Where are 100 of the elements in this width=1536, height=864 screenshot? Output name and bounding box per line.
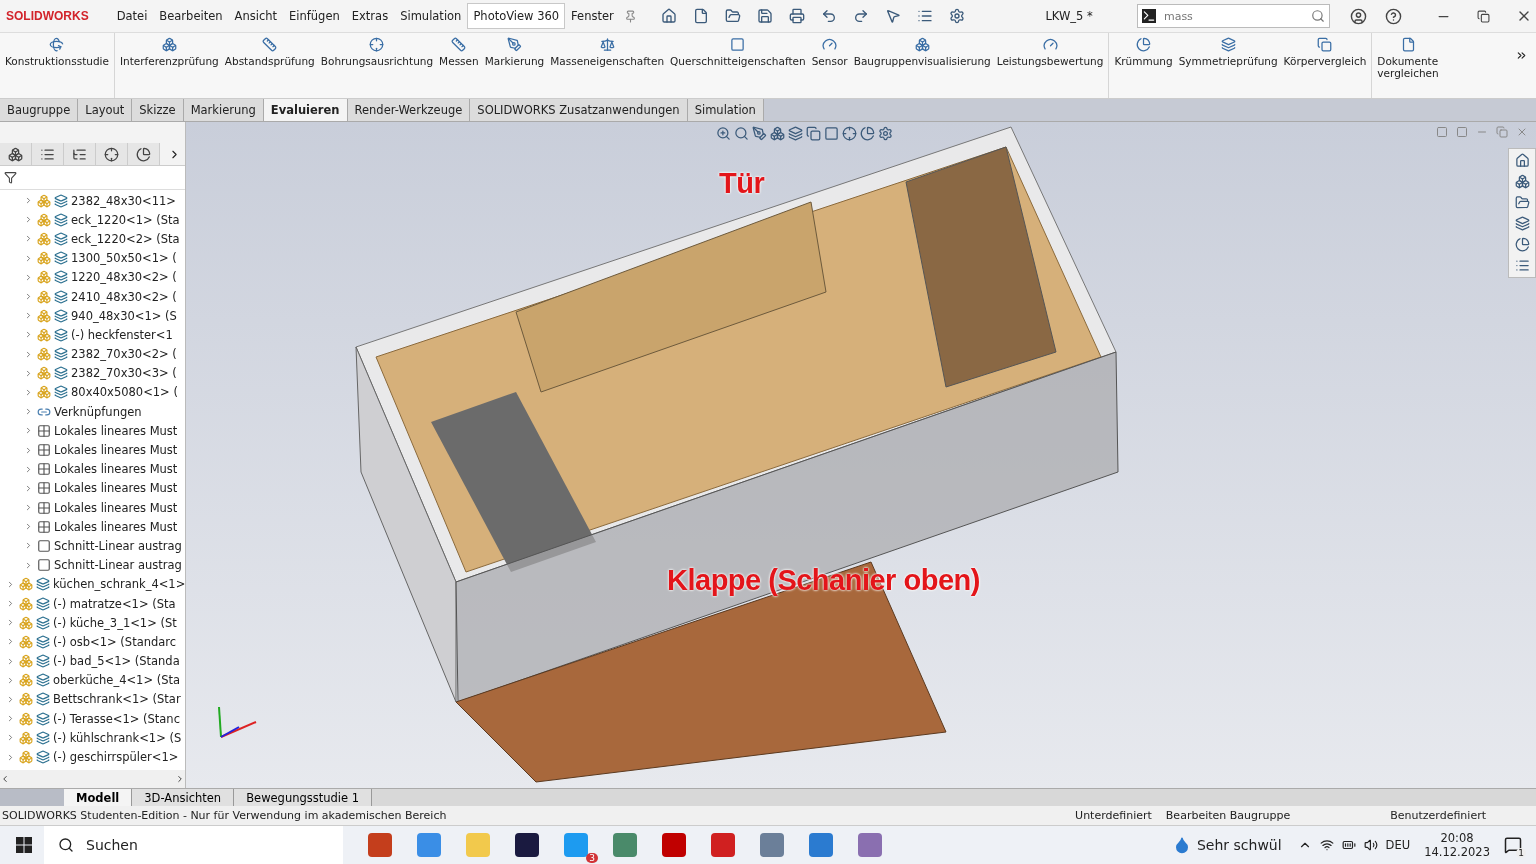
tree-item[interactable]: 1220_48x30<2> ( <box>71 270 177 285</box>
command-tab[interactable]: Markierung <box>183 99 264 121</box>
pointer-icon[interactable] <box>885 8 902 24</box>
command-tab[interactable]: Skizze <box>132 99 184 121</box>
scroll-left-icon[interactable] <box>0 774 10 784</box>
command-tab[interactable]: Evaluieren <box>263 99 348 121</box>
taskbar-search-bar[interactable]: Suchen <box>44 826 343 864</box>
restore-icon[interactable] <box>1477 9 1490 23</box>
task-pane-icon[interactable] <box>1514 174 1530 189</box>
ribbon-button[interactable]: Dokumente vergleichen <box>1374 37 1443 98</box>
tree-item[interactable]: 80x40x5080<1> ( <box>71 385 178 400</box>
windows-start-icon[interactable] <box>16 837 32 853</box>
ribbon-button[interactable]: Baugruppenvisualisierung <box>850 37 994 98</box>
tree-item[interactable]: (-) bad_5<1> (Standa <box>53 654 180 669</box>
save-icon[interactable] <box>757 8 774 24</box>
view-toolbar-icon[interactable] <box>806 126 821 141</box>
ribbon-button[interactable]: Krümmung <box>1111 37 1176 98</box>
tree-item[interactable]: Lokales lineares Must <box>54 481 178 496</box>
taskbar-search-field[interactable]: Suchen <box>84 836 288 854</box>
view-toolbar-icon[interactable] <box>716 126 731 141</box>
tree-item[interactable]: Schnitt-Linear austrag <box>54 558 182 573</box>
tree-item[interactable]: Bettschrank<1> (Star <box>53 692 181 707</box>
view-toolbar-icon[interactable] <box>878 126 893 141</box>
new-file-icon[interactable] <box>693 8 710 24</box>
menu-item[interactable]: Extras <box>345 3 395 29</box>
terminal-icon[interactable] <box>1141 9 1156 23</box>
tree-item[interactable]: (-) Terasse<1> (Stanc <box>53 711 180 726</box>
tree-item[interactable]: 2410_48x30<2> ( <box>71 289 177 304</box>
search-field[interactable]: mass <box>1161 8 1305 24</box>
ribbon-button[interactable]: Messen <box>436 37 482 98</box>
search-bar[interactable]: mass <box>1136 4 1330 28</box>
tree-item[interactable]: (-) kühlschrank<1> (S <box>53 730 182 745</box>
task-pane-icon[interactable] <box>1514 258 1530 273</box>
open-folder-icon[interactable] <box>725 8 742 24</box>
tree-item[interactable]: 2382_70x30<2> ( <box>71 347 177 362</box>
tree-item[interactable]: 2382_48x30<11> <box>71 193 176 208</box>
tree-item[interactable]: Lokales lineares Must <box>54 443 178 458</box>
ribbon-button[interactable]: Symmetrieprüfung <box>1175 37 1281 98</box>
ribbon-button[interactable]: Markierung <box>481 37 548 98</box>
settings-icon[interactable] <box>949 8 966 24</box>
feature-tree-tab-icon[interactable] <box>0 143 32 165</box>
view-toolbar-icon[interactable] <box>734 126 749 141</box>
configuration-tab-icon[interactable] <box>64 143 96 165</box>
tree-item[interactable]: eck_1220<2> (Sta <box>71 231 180 246</box>
task-pane-icon[interactable] <box>1514 153 1530 168</box>
tree-item[interactable]: (-) heckfenster<1 <box>71 327 173 342</box>
view-toolbar-icon[interactable] <box>824 126 839 141</box>
help-icon[interactable] <box>1385 7 1402 25</box>
tree-item[interactable]: (-) matratze<1> (Sta <box>53 596 176 611</box>
view-toolbar-icon[interactable] <box>842 126 857 141</box>
ribbon-button[interactable]: Konstruktionsstudie <box>2 37 112 98</box>
view-toolbar-icon[interactable] <box>770 126 785 141</box>
menu-item[interactable]: Bearbeiten <box>153 3 229 29</box>
task-pane-icon[interactable] <box>1514 195 1530 210</box>
crosshair-icon[interactable] <box>96 143 128 165</box>
tree-item[interactable]: Schnitt-Linear austrag <box>54 538 182 553</box>
command-tab[interactable]: Simulation <box>687 99 764 121</box>
menu-item[interactable]: Einfügen <box>283 3 346 29</box>
pin-icon[interactable] <box>623 9 637 23</box>
view-toolbar-icon[interactable] <box>860 126 875 141</box>
more-icon[interactable] <box>1515 49 1528 62</box>
units-dropdown[interactable]: Benutzerdefiniert <box>1390 809 1486 822</box>
task-pane-icon[interactable] <box>1514 216 1530 231</box>
menu-item[interactable]: PhotoView 360 <box>467 3 566 29</box>
tree-item[interactable]: oberküche_4<1> (Sta <box>53 673 181 688</box>
ribbon-button[interactable]: Bohrungsausrichtung <box>317 37 437 98</box>
tray-icon[interactable] <box>1341 838 1356 852</box>
tree-item[interactable]: (-) geschirrspüler<1> <box>53 750 179 765</box>
tree-item[interactable]: Lokales lineares Must <box>54 423 178 438</box>
ribbon-button[interactable]: Leistungsbewertung <box>993 37 1107 98</box>
panel-left-icon[interactable] <box>1436 126 1448 138</box>
search-icon[interactable] <box>58 837 74 853</box>
ribbon-button[interactable]: Abstandsprüfung <box>221 37 318 98</box>
app-icon[interactable] <box>514 833 539 857</box>
weather-text[interactable]: Sehr schwül <box>1196 837 1282 853</box>
ribbon-button[interactable]: Interferenzprüfung <box>116 37 222 98</box>
tree-item[interactable]: Lokales lineares Must <box>54 519 178 534</box>
print-icon[interactable] <box>789 8 806 24</box>
tree-item[interactable]: (-) osb<1> (Standarc <box>53 634 177 649</box>
tree-item[interactable]: küchen_schrank_4<1> <box>53 577 185 592</box>
user-icon[interactable] <box>1350 7 1367 25</box>
menu-item[interactable]: Datei <box>110 3 154 29</box>
panel-right-icon[interactable] <box>1456 126 1468 138</box>
command-tab[interactable]: SOLIDWORKS Zusatzanwendungen <box>470 99 688 121</box>
command-tab[interactable]: Baugruppe <box>0 99 79 121</box>
undo-icon[interactable] <box>821 8 838 24</box>
ribbon-button[interactable]: Körpervergleich <box>1280 37 1370 98</box>
home-icon[interactable] <box>661 8 678 24</box>
menu-item[interactable]: Ansicht <box>228 3 283 29</box>
tree-item[interactable]: Verknüpfungen <box>54 404 142 419</box>
filter-icon[interactable] <box>4 171 17 184</box>
model-tab[interactable]: Modell <box>64 789 133 806</box>
tree-item[interactable]: Lokales lineares Must <box>54 462 178 477</box>
menu-item[interactable]: Fenster <box>565 3 620 29</box>
view-toolbar-icon[interactable] <box>788 126 803 141</box>
language-indicator[interactable]: DEU <box>1385 838 1411 852</box>
model-tab[interactable]: 3D-Ansichten <box>132 789 235 806</box>
tree-item[interactable]: Lokales lineares Must <box>54 500 178 515</box>
horizontal-scrollbar[interactable] <box>0 770 185 788</box>
scroll-right-icon[interactable] <box>175 774 185 784</box>
